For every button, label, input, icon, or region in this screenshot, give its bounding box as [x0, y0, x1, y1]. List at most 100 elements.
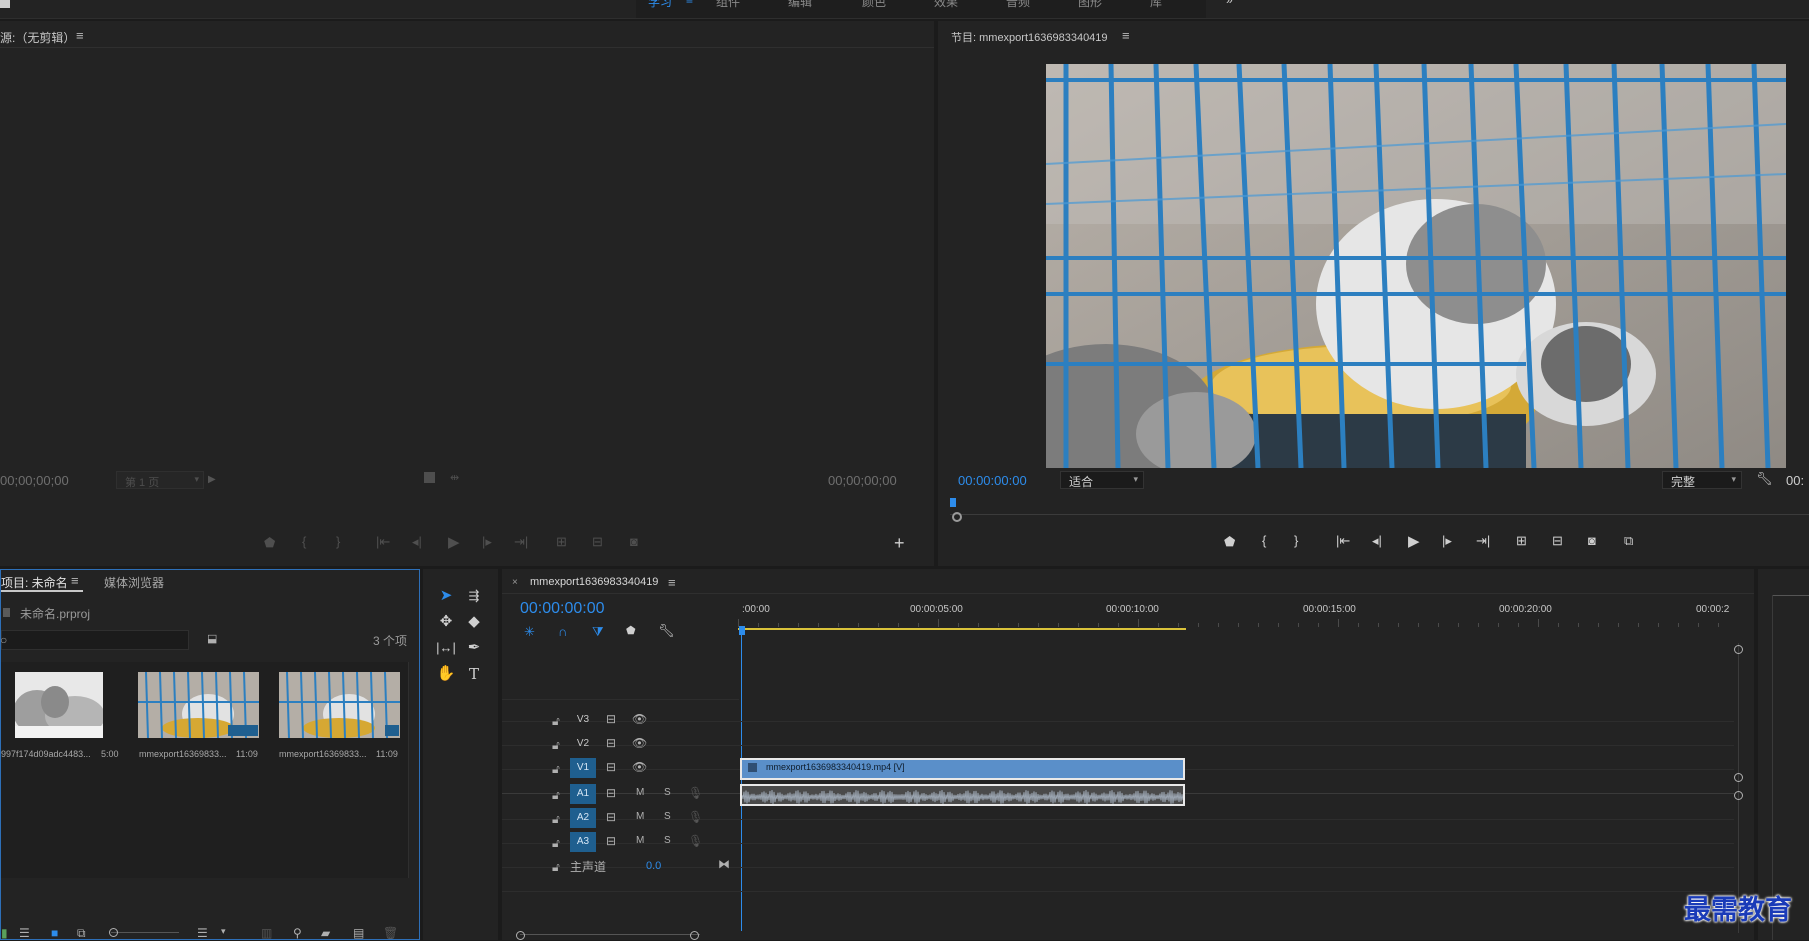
sync-lock-icon[interactable]: ⊟: [606, 834, 616, 848]
program-monitor-title[interactable]: 节目: mmexport1636983340419: [951, 29, 1108, 45]
new-bin-from-search-icon[interactable]: ⬓: [207, 632, 217, 645]
close-icon[interactable]: ×: [512, 577, 518, 588]
source-button-editor-icon[interactable]: +: [894, 533, 905, 554]
microphone-icon[interactable]: 🎙︎: [688, 834, 703, 848]
source-monitor-title[interactable]: 源:（无剪辑）: [0, 29, 75, 46]
source-page-select[interactable]: 第 1 页 ▾: [116, 471, 204, 489]
program-step-forward-icon[interactable]: |▸: [1442, 533, 1452, 549]
slip-tool-icon[interactable]: |↔|: [435, 637, 457, 659]
workspace-tab-learn[interactable]: 学习: [648, 0, 672, 11]
eye-icon[interactable]: 👁︎: [632, 736, 647, 750]
lock-icon[interactable]: 🔓︎: [552, 714, 560, 729]
mute-button[interactable]: M: [636, 811, 644, 822]
wrench-icon[interactable]: 🔧︎: [1756, 471, 1773, 487]
source-play-icon[interactable]: ▶: [448, 533, 460, 551]
source-add-marker-icon[interactable]: ⬟: [264, 535, 275, 551]
program-video-frame[interactable]: [1046, 64, 1786, 468]
program-mark-out-icon[interactable]: }: [1294, 533, 1298, 548]
track-label-v2[interactable]: V2: [570, 734, 596, 754]
hand-tool-icon[interactable]: ✋: [435, 663, 457, 685]
solo-button[interactable]: S: [664, 811, 671, 822]
sync-lock-icon[interactable]: ⊟: [606, 810, 616, 824]
sequence-tab[interactable]: mmexport1636983340419: [530, 576, 658, 588]
master-volume-value[interactable]: 0.0: [646, 860, 661, 872]
lock-icon[interactable]: 🔓︎: [552, 860, 560, 875]
source-export-frame-icon[interactable]: ◙: [630, 534, 638, 549]
razor-tool-icon[interactable]: ◆: [463, 611, 485, 633]
source-timecode-left[interactable]: 00;00;00;00: [0, 473, 69, 488]
add-marker-icon[interactable]: ⬟: [626, 624, 636, 637]
program-comparison-view-icon[interactable]: ⧉: [1624, 533, 1633, 549]
solo-button[interactable]: S: [664, 835, 671, 846]
find-icon[interactable]: ⚲: [293, 926, 302, 940]
program-go-to-in-icon[interactable]: |⇤: [1336, 533, 1350, 549]
audio-clip-a1[interactable]: [740, 784, 1185, 806]
workspace-tab-assembly[interactable]: 组件: [716, 0, 740, 11]
project-item-thumbnail[interactable]: [15, 672, 103, 738]
next-page-icon[interactable]: ▶: [208, 474, 216, 485]
program-step-back-icon[interactable]: ◂|: [1372, 533, 1382, 549]
sort-icons-icon[interactable]: ☰: [197, 926, 208, 940]
solo-button[interactable]: S: [664, 787, 671, 798]
timeline-horizontal-scrollbar[interactable]: [520, 934, 700, 940]
write-lock-icon[interactable]: ▮: [1, 926, 8, 940]
source-insert-icon[interactable]: ⊞: [556, 534, 567, 550]
program-zoom-select[interactable]: 适合 ▾: [1060, 471, 1144, 489]
mute-button[interactable]: M: [636, 787, 644, 798]
program-mark-in-icon[interactable]: {: [1262, 533, 1266, 548]
sync-lock-icon[interactable]: ⊟: [606, 786, 616, 800]
lock-icon[interactable]: 🔓︎: [552, 738, 560, 753]
program-zoom-handle[interactable]: [952, 512, 962, 522]
work-area-bar[interactable]: [738, 628, 1186, 630]
nest-insert-icon[interactable]: ✳: [524, 624, 535, 640]
project-item-thumbnail[interactable]: [138, 672, 259, 738]
eye-icon[interactable]: 👁︎: [632, 760, 647, 774]
source-go-to-out-icon[interactable]: ⇥|: [514, 534, 528, 550]
source-mark-in-icon[interactable]: {: [302, 534, 306, 549]
program-panel-menu-icon[interactable]: ≡: [1122, 28, 1130, 43]
selection-tool-icon[interactable]: ➤: [435, 585, 457, 607]
video-clip-v1[interactable]: mmexport1636983340419.mp4 [V]: [740, 758, 1185, 780]
source-overwrite-icon[interactable]: ⊟: [592, 534, 603, 550]
source-settings-icon[interactable]: [424, 472, 435, 483]
program-extract-icon[interactable]: ⊟: [1552, 533, 1563, 549]
video-zoom-handle-bottom[interactable]: [1734, 773, 1743, 782]
linked-selection-icon[interactable]: ⧩: [592, 624, 604, 640]
icon-view-icon[interactable]: ■: [51, 926, 58, 940]
scroll-handle-right[interactable]: [690, 931, 699, 940]
project-panel-menu-icon[interactable]: ≡: [71, 573, 79, 588]
slider-handle[interactable]: [109, 928, 118, 937]
chevron-down-icon[interactable]: ▾: [221, 926, 226, 937]
source-timecode-right[interactable]: 00;00;00;00: [828, 473, 897, 488]
lock-icon[interactable]: 🔓︎: [552, 836, 560, 851]
workspace-tab-libraries[interactable]: 库: [1150, 0, 1162, 11]
program-duration-timecode[interactable]: 00:: [1786, 473, 1804, 488]
mute-button[interactable]: M: [636, 835, 644, 846]
app-home-icon[interactable]: [0, 0, 10, 8]
source-panel-menu-icon[interactable]: ≡: [76, 28, 84, 43]
workspace-tab-color[interactable]: 颜色: [862, 0, 886, 11]
track-label-v3[interactable]: V3: [570, 710, 596, 730]
scroll-handle-left[interactable]: [516, 931, 525, 940]
type-tool-icon[interactable]: T: [463, 663, 485, 685]
program-resolution-select[interactable]: 完整 ▾: [1662, 471, 1742, 489]
new-bin-icon[interactable]: ▰: [321, 926, 330, 940]
workspace-tab-audio[interactable]: 音频: [1006, 0, 1030, 11]
workspace-tab-graphics[interactable]: 图形: [1078, 0, 1102, 11]
list-view-icon[interactable]: ☰: [19, 926, 30, 940]
program-playhead-timecode[interactable]: 00:00:00:00: [958, 473, 1027, 488]
snap-icon[interactable]: ∩: [558, 624, 567, 639]
track-select-tool-icon[interactable]: ⇶: [463, 585, 485, 607]
workspace-tab-editing[interactable]: 编辑: [788, 0, 812, 11]
program-export-frame-icon[interactable]: ◙: [1588, 533, 1596, 548]
pen-tool-icon[interactable]: ✒: [463, 637, 485, 659]
source-mark-out-icon[interactable]: }: [336, 534, 340, 549]
program-go-to-out-icon[interactable]: ⇥|: [1476, 533, 1490, 549]
more-workspaces-icon[interactable]: »: [1226, 0, 1233, 11]
lock-icon[interactable]: 🔓︎: [552, 812, 560, 827]
microphone-icon[interactable]: 🎙︎: [688, 786, 703, 800]
program-play-icon[interactable]: ▶: [1408, 532, 1420, 550]
trash-icon[interactable]: 🗑︎: [383, 926, 398, 940]
workspace-menu-icon[interactable]: ≡: [686, 0, 693, 11]
track-label-a3[interactable]: A3: [570, 832, 596, 852]
